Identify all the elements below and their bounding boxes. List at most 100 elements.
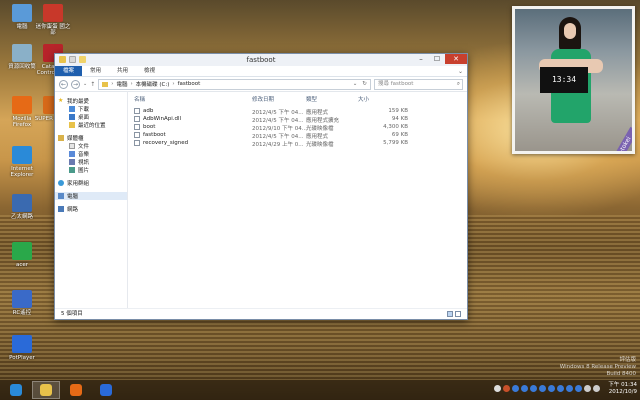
nav-recent[interactable]: 最近的位置 [55,121,127,129]
potplayer-icon [100,384,112,396]
file-name: AdbWinApi.dll [143,116,182,122]
forward-button[interactable]: → [71,79,80,89]
breadcrumb-computer[interactable]: 電腦 [116,80,127,88]
desktop-shortcut[interactable]: Internet Explorer [3,146,41,178]
taskbar-button[interactable] [2,381,30,399]
maximize-button[interactable]: ☐ [429,54,445,64]
tray-app-icon[interactable] [503,385,510,392]
view-switcher [447,311,461,317]
file-type: 光碟映像檔 [306,142,334,148]
taskbar-clock[interactable]: 下午 01:34 2012/10/9 [608,382,637,396]
recycle-bin-icon [12,44,32,62]
desktop-shortcut-label: PotPlayer [9,355,35,361]
close-button[interactable]: ✕ [445,54,467,64]
person-face [564,23,576,39]
nav-favorites[interactable]: ★ 我的最愛 [55,97,127,106]
breadcrumb-drive[interactable]: 本機磁碟 (C:) [136,80,170,88]
volume-icon[interactable] [593,385,600,392]
explorer-window[interactable]: fastboot – ☐ ✕ 檔案 常用 共用 檢視 ⌄ ← → ⌄ ↑ › 電… [54,53,468,320]
desktop-shortcut-label: RC遙控 [12,310,32,316]
search-icon[interactable]: ⌕ [457,80,460,89]
tray-app-icon[interactable] [512,385,519,392]
tray-app-icon[interactable] [521,385,528,392]
search-input[interactable]: 搜尋 fastboot ⌕ [374,78,463,90]
file-size: 4,300 KB [383,124,408,130]
nav-music[interactable]: 音樂 [55,150,127,158]
file-list: 名稱 修改日期 類型 大小 adb 2012/4/5 下午 04... 應用程式 15… [128,91,467,309]
details-view-icon[interactable] [447,311,453,317]
nav-libraries[interactable]: 媒體櫃 [55,134,127,142]
minimize-button[interactable]: – [413,54,429,64]
column-header-type[interactable]: 類型 [306,95,317,103]
status-bar: 5 個項目 [55,308,467,319]
watermark-line-3: Build 8400 [606,371,636,377]
photo-clock-gadget[interactable]: 13:34 bijin-tokei [512,6,635,154]
taskbar: 下午 01:34 2012/10/9 [0,380,640,400]
tray-app-icon[interactable] [530,385,537,392]
tab-share[interactable]: 共用 [109,66,136,76]
recent-places-icon [69,122,75,128]
recent-locations-icon[interactable]: ⌄ [83,81,87,87]
rc-icon [12,290,32,308]
tab-view[interactable]: 檢視 [136,66,163,76]
nav-network[interactable]: 網路 [55,205,127,213]
desktop-shortcut[interactable]: 迷你蛋蛋 國之部 [34,4,72,36]
up-button[interactable]: ↑ [90,81,95,88]
nav-pictures[interactable]: 圖片 [55,166,127,174]
desktop-shortcut[interactable]: acer [3,242,41,268]
library-icon [58,135,64,141]
file-date: 2012/4/29 上午 0... [252,142,304,148]
nav-computer[interactable]: 電腦 [55,192,127,200]
ribbon-expand-icon[interactable]: ⌄ [458,68,467,75]
potplayer-icon [12,335,32,353]
nav-downloads[interactable]: 下載 [55,105,127,113]
window-title: fastboot [246,56,276,64]
tray-app-icon[interactable] [575,385,582,392]
refresh-icon[interactable]: ↻ [362,81,370,87]
column-header-name[interactable]: 名稱 [134,95,145,103]
column-header-date[interactable]: 修改日期 [252,95,274,103]
title-bar[interactable]: fastboot – ☐ ✕ [55,54,467,66]
desktop-shortcut[interactable]: PotPlayer [3,335,41,361]
breadcrumb-folder[interactable]: fastboot [178,81,201,87]
file-name: adb [143,108,154,114]
video-icon [69,159,75,165]
column-header-size[interactable]: 大小 [358,95,369,103]
taskbar-button[interactable] [32,381,60,399]
address-bar[interactable]: › 電腦 › 本機磁碟 (C:) › fastboot ⌄ ↻ [98,78,371,90]
gadget-label: bijin-tokei [605,126,632,151]
chevron-right-icon: › [111,81,114,87]
file-icon [134,132,140,138]
tray-app-icon[interactable] [548,385,555,392]
file-icon [134,108,140,114]
tray-app-icon[interactable] [539,385,546,392]
file-icon [134,116,140,122]
desktop-shortcut-label: Internet Explorer [10,166,34,178]
desktop-shortcut-label: 乙太網路 [10,214,33,220]
dropdown-icon[interactable]: ⌄ [353,81,360,87]
back-button[interactable]: ← [59,79,68,89]
star-icon: ★ [58,97,64,104]
item-count: 5 個項目 [61,311,83,317]
taskbar-button[interactable] [62,381,90,399]
desktop-shortcut-label: 迷你蛋蛋 國之部 [35,24,71,36]
chevron-right-icon: › [130,81,133,87]
tray-up-arrow-icon[interactable] [494,385,501,392]
taskbar-button[interactable] [92,381,120,399]
network-status-icon[interactable] [584,385,591,392]
tab-file[interactable]: 檔案 [55,66,83,76]
nav-desktop[interactable]: 桌面 [55,113,127,121]
nav-videos[interactable]: 視訊 [55,158,127,166]
large-icons-view-icon[interactable] [455,311,461,317]
nav-documents[interactable]: 文件 [55,142,127,150]
tray-app-icon[interactable] [557,385,564,392]
tab-home[interactable]: 常用 [82,66,109,76]
desktop-icon [69,114,75,120]
music-icon [69,151,75,157]
desktop-shortcut[interactable]: 乙太網路 [3,194,41,220]
folder-icon [102,81,109,87]
nav-homegroup[interactable]: 家用群組 [55,179,127,187]
desktop-shortcut[interactable]: RC遙控 [3,290,41,316]
tray-app-icon[interactable] [566,385,573,392]
ie-icon [10,384,22,396]
